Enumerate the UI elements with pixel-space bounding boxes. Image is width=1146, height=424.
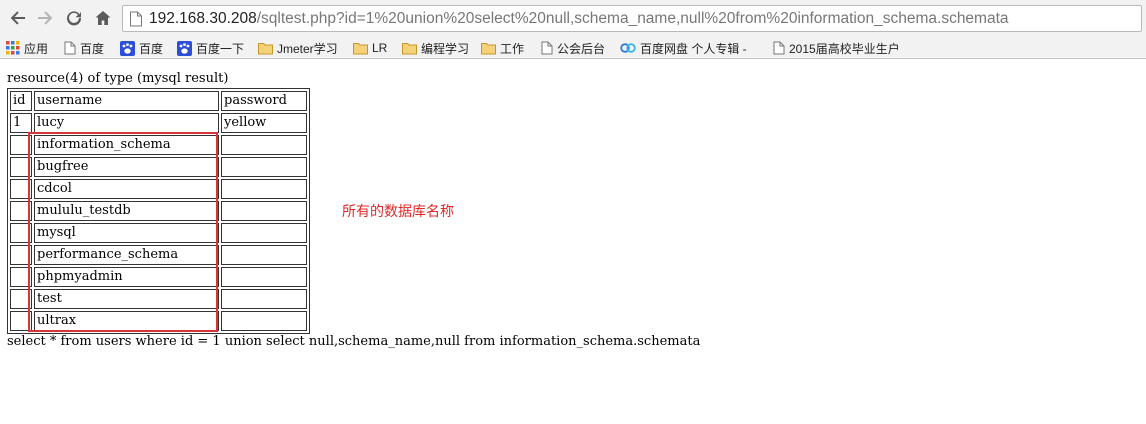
table-cell: [10, 179, 32, 199]
result-table: id username password 1 lucy yellow infor…: [7, 88, 310, 334]
page-content: resource(4) of type (mysql result) id us…: [0, 60, 1146, 424]
bookmark-label: 百度: [139, 41, 164, 56]
header-cell: id: [10, 91, 32, 111]
table-cell: [221, 223, 307, 243]
header-cell: password: [221, 91, 307, 111]
resource-line: resource(4) of type (mysql result): [7, 71, 229, 86]
bookmark-label: 2015届高校毕业生户: [789, 41, 900, 56]
table-cell: 1: [10, 113, 32, 133]
table-cell: [10, 223, 32, 243]
table-cell: [10, 245, 32, 265]
table-cell: [221, 157, 307, 177]
header-cell: username: [34, 91, 219, 111]
table-cell: mysql: [34, 223, 219, 243]
baidu-paw-icon: [120, 40, 135, 56]
table-cell: phpmyadmin: [34, 267, 219, 287]
bookmark-baidu-cloud[interactable]: 百度网盘 个人专辑 -: [620, 39, 747, 57]
folder-icon: [402, 42, 417, 54]
table-row: 1 lucy yellow: [10, 113, 307, 133]
bookmark-graduates[interactable]: 2015届高校毕业生户: [773, 39, 900, 57]
bookmark-folder-lr[interactable]: LR: [353, 39, 387, 57]
table-cell: [10, 135, 32, 155]
apps-grid-icon: [6, 41, 20, 55]
table-cell: [10, 201, 32, 221]
table-cell: [10, 267, 32, 287]
table-cell: [221, 135, 307, 155]
table-row: cdcol: [10, 179, 307, 199]
baidu-paw-icon: [177, 40, 192, 56]
table-cell: test: [34, 289, 219, 309]
bookmark-label: Jmeter学习: [277, 41, 338, 56]
table-cell: mululu_testdb: [34, 201, 219, 221]
bookmark-baidu-1[interactable]: 百度: [64, 39, 104, 57]
address-bar[interactable]: 192.168.30.208/sqltest.php?id=1%20union%…: [122, 5, 1142, 32]
url-text[interactable]: 192.168.30.208/sqltest.php?id=1%20union%…: [149, 10, 1009, 28]
bookmark-label: 编程学习: [421, 41, 470, 56]
bookmark-folder-programming[interactable]: 编程学习: [402, 39, 469, 57]
table-cell: [221, 201, 307, 221]
page-icon: [541, 41, 553, 55]
folder-icon: [481, 42, 496, 54]
table-cell: [221, 289, 307, 309]
bookmark-label: 应用: [24, 41, 49, 56]
table-row: bugfree: [10, 157, 307, 177]
bookmark-folder-work[interactable]: 工作: [481, 39, 524, 57]
table-cell: [221, 179, 307, 199]
table-cell: bugfree: [34, 157, 219, 177]
bookmark-guild-admin[interactable]: 公会后台: [541, 39, 605, 57]
table-cell: ultrax: [34, 311, 219, 331]
folder-icon: [353, 42, 368, 54]
forward-icon[interactable]: [33, 6, 57, 30]
table-row: mululu_testdb: [10, 201, 307, 221]
page-icon: [64, 41, 76, 55]
bookmark-label: LR: [372, 41, 388, 55]
bookmark-baidu-yixia[interactable]: 百度一下: [177, 39, 244, 57]
page-icon: [773, 41, 785, 55]
baidu-cloud-icon: [620, 43, 636, 53]
back-icon[interactable]: [6, 6, 30, 30]
bookmarks-bar: 应用 百度 百度 百度一下 Jmeter学习 LR 编程学习 工作 公会后台 百…: [0, 37, 1146, 59]
bookmark-folder-jmeter[interactable]: Jmeter学习: [258, 39, 338, 57]
table-row: mysql: [10, 223, 307, 243]
bookmark-label: 百度: [80, 41, 105, 56]
bookmark-label: 百度网盘 个人专辑 -: [640, 41, 747, 56]
url-host: 192.168.30.208: [149, 10, 257, 27]
table-cell: [221, 267, 307, 287]
url-path: /sqltest.php?id=1%20union%20select%20nul…: [256, 10, 1009, 27]
table-cell: performance_schema: [34, 245, 219, 265]
table-cell: [221, 245, 307, 265]
bookmark-apps[interactable]: 应用: [6, 39, 48, 57]
table-cell: lucy: [34, 113, 219, 133]
bookmark-label: 百度一下: [196, 41, 245, 56]
table-cell: information_schema: [34, 135, 219, 155]
table-header-row: id username password: [10, 91, 307, 111]
bookmark-label: 公会后台: [557, 41, 606, 56]
table-cell: [10, 311, 32, 331]
table-cell: [10, 157, 32, 177]
bookmark-baidu-2[interactable]: 百度: [120, 39, 163, 57]
table-cell: cdcol: [34, 179, 219, 199]
home-icon[interactable]: [91, 6, 115, 30]
table-row: phpmyadmin: [10, 267, 307, 287]
annotation-text: 所有的数据库名称: [342, 204, 454, 220]
table-row: ultrax: [10, 311, 307, 331]
page-info-icon[interactable]: [129, 11, 143, 31]
bookmark-label: 工作: [500, 41, 525, 56]
table-row: performance_schema: [10, 245, 307, 265]
table-row: information_schema: [10, 135, 307, 155]
table-cell: [10, 289, 32, 309]
table-row: test: [10, 289, 307, 309]
table-cell: [221, 311, 307, 331]
reload-icon[interactable]: [62, 6, 86, 30]
browser-toolbar: 192.168.30.208/sqltest.php?id=1%20union%…: [0, 0, 1146, 37]
query-text: select * from users where id = 1 union s…: [7, 334, 701, 349]
table-cell: yellow: [221, 113, 307, 133]
folder-icon: [258, 42, 273, 54]
